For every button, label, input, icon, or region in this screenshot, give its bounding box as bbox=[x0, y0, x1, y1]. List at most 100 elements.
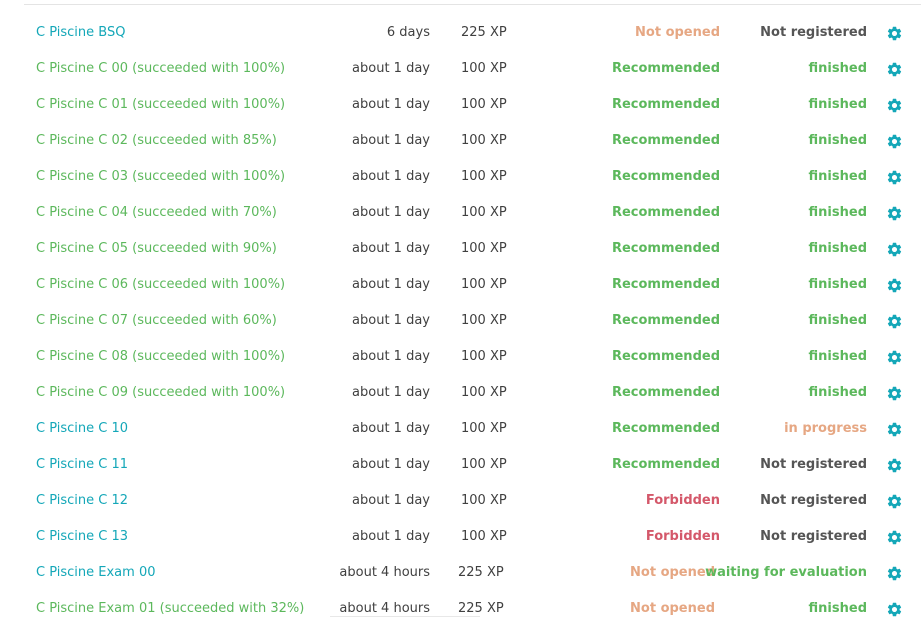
project-row: C Piscine Exam 00 about 4 hours 225 XP Not … bbox=[0, 555, 921, 591]
project-row: C Piscine C 00 (succeeded with 100%) abou… bbox=[0, 51, 921, 87]
project-name-link[interactable]: C Piscine Exam 01 (succeeded with 32%) bbox=[36, 591, 304, 627]
project-xp: 225 XP bbox=[458, 565, 504, 580]
project-xp: 100 XP bbox=[461, 169, 507, 184]
project-name-link[interactable]: C Piscine C 01 (succeeded with 100%) bbox=[36, 87, 285, 123]
gear-icon[interactable] bbox=[885, 231, 903, 267]
project-table: C Piscine BSQ 6 days 225 XP Not opened Not r… bbox=[0, 15, 921, 627]
recommendation-label: Recommended bbox=[611, 385, 720, 400]
project-status: finished bbox=[808, 349, 867, 364]
project-name-link[interactable]: C Piscine C 05 (succeeded with 90%) bbox=[36, 231, 277, 267]
recommendation-label: Recommended bbox=[611, 277, 720, 292]
project-xp: 225 XP bbox=[461, 25, 507, 40]
project-name-link[interactable]: C Piscine C 12 bbox=[36, 483, 128, 519]
project-name-link[interactable]: C Piscine C 11 bbox=[36, 447, 128, 483]
gear-icon[interactable] bbox=[885, 519, 903, 555]
gear-icon[interactable] bbox=[885, 15, 903, 51]
gear-icon[interactable] bbox=[885, 159, 903, 195]
project-row: C Piscine C 04 (succeeded with 70%) about… bbox=[0, 195, 921, 231]
project-duration: about 1 day bbox=[352, 313, 430, 328]
top-divider bbox=[24, 4, 921, 5]
recommendation-label: Not opened bbox=[630, 565, 715, 580]
gear-icon[interactable] bbox=[885, 303, 903, 339]
project-duration: about 1 day bbox=[352, 97, 430, 112]
project-duration: about 4 hours bbox=[339, 565, 430, 580]
project-name-link[interactable]: C Piscine C 06 (succeeded with 100%) bbox=[36, 267, 285, 303]
project-duration: about 1 day bbox=[352, 169, 430, 184]
project-row: C Piscine C 07 (succeeded with 60%) about… bbox=[0, 303, 921, 339]
gear-icon[interactable] bbox=[885, 555, 903, 591]
project-row: C Piscine C 11 about 1 day 100 XP Recommend… bbox=[0, 447, 921, 483]
project-name-link[interactable]: C Piscine C 03 (succeeded with 100%) bbox=[36, 159, 285, 195]
project-duration: about 4 hours bbox=[339, 601, 430, 616]
project-row: C Piscine C 08 (succeeded with 100%) abou… bbox=[0, 339, 921, 375]
gear-icon[interactable] bbox=[885, 87, 903, 123]
project-xp: 100 XP bbox=[461, 133, 507, 148]
project-xp: 100 XP bbox=[461, 205, 507, 220]
project-name-link[interactable]: C Piscine C 00 (succeeded with 100%) bbox=[36, 51, 285, 87]
project-duration: about 1 day bbox=[352, 133, 430, 148]
project-status: Not registered bbox=[760, 529, 867, 544]
gear-icon[interactable] bbox=[885, 51, 903, 87]
project-duration: about 1 day bbox=[352, 277, 430, 292]
project-status: finished bbox=[808, 97, 867, 112]
gear-icon[interactable] bbox=[885, 375, 903, 411]
project-name-link[interactable]: C Piscine C 02 (succeeded with 85%) bbox=[36, 123, 277, 159]
project-name-link[interactable]: C Piscine C 04 (succeeded with 70%) bbox=[36, 195, 277, 231]
project-xp: 100 XP bbox=[461, 97, 507, 112]
project-duration: about 1 day bbox=[352, 385, 430, 400]
gear-icon[interactable] bbox=[885, 339, 903, 375]
project-status: finished bbox=[808, 133, 867, 148]
project-status: Not registered bbox=[760, 25, 867, 40]
project-xp: 100 XP bbox=[461, 385, 507, 400]
project-duration: about 1 day bbox=[352, 421, 430, 436]
gear-icon[interactable] bbox=[885, 591, 903, 627]
project-status: finished bbox=[808, 277, 867, 292]
project-duration: about 1 day bbox=[352, 349, 430, 364]
project-name-link[interactable]: C Piscine C 10 bbox=[36, 411, 128, 447]
gear-icon[interactable] bbox=[885, 267, 903, 303]
project-status: Not registered bbox=[760, 457, 867, 472]
gear-icon[interactable] bbox=[885, 483, 903, 519]
project-row: C Piscine C 02 (succeeded with 85%) about… bbox=[0, 123, 921, 159]
project-xp: 100 XP bbox=[461, 529, 507, 544]
project-name-link[interactable]: C Piscine BSQ bbox=[36, 15, 125, 51]
project-duration: about 1 day bbox=[352, 493, 430, 508]
project-row: C Piscine C 10 about 1 day 100 XP Recommend… bbox=[0, 411, 921, 447]
project-status: finished bbox=[808, 601, 867, 616]
project-xp: 100 XP bbox=[461, 421, 507, 436]
project-xp: 100 XP bbox=[461, 241, 507, 256]
project-status: finished bbox=[808, 205, 867, 220]
recommendation-label: Not opened bbox=[630, 601, 715, 616]
recommendation-label: Recommended bbox=[611, 61, 720, 76]
project-name-link[interactable]: C Piscine C 07 (succeeded with 60%) bbox=[36, 303, 277, 339]
project-name-link[interactable]: C Piscine C 08 (succeeded with 100%) bbox=[36, 339, 285, 375]
project-row: C Piscine C 06 (succeeded with 100%) abou… bbox=[0, 267, 921, 303]
recommendation-label: Recommended bbox=[611, 241, 720, 256]
project-row: C Piscine C 01 (succeeded with 100%) abou… bbox=[0, 87, 921, 123]
bottom-divider bbox=[330, 616, 480, 617]
recommendation-label: Recommended bbox=[611, 313, 720, 328]
recommendation-label: Recommended bbox=[611, 97, 720, 112]
project-xp: 225 XP bbox=[458, 601, 504, 616]
project-status: finished bbox=[808, 385, 867, 400]
recommendation-label: Recommended bbox=[611, 205, 720, 220]
recommendation-label: Recommended bbox=[611, 421, 720, 436]
project-xp: 100 XP bbox=[461, 61, 507, 76]
project-duration: about 1 day bbox=[352, 457, 430, 472]
recommendation-label: Not opened bbox=[635, 25, 720, 40]
project-xp: 100 XP bbox=[461, 277, 507, 292]
project-duration: about 1 day bbox=[352, 61, 430, 76]
project-status: in progress bbox=[784, 421, 867, 436]
project-duration: about 1 day bbox=[352, 529, 430, 544]
project-name-link[interactable]: C Piscine Exam 00 bbox=[36, 555, 156, 591]
gear-icon[interactable] bbox=[885, 411, 903, 447]
gear-icon[interactable] bbox=[885, 447, 903, 483]
gear-icon[interactable] bbox=[885, 195, 903, 231]
gear-icon[interactable] bbox=[885, 123, 903, 159]
project-name-link[interactable]: C Piscine C 09 (succeeded with 100%) bbox=[36, 375, 285, 411]
project-status: finished bbox=[808, 241, 867, 256]
project-duration: about 1 day bbox=[352, 241, 430, 256]
project-xp: 100 XP bbox=[461, 457, 507, 472]
project-row: C Piscine BSQ 6 days 225 XP Not opened Not r… bbox=[0, 15, 921, 51]
project-name-link[interactable]: C Piscine C 13 bbox=[36, 519, 128, 555]
